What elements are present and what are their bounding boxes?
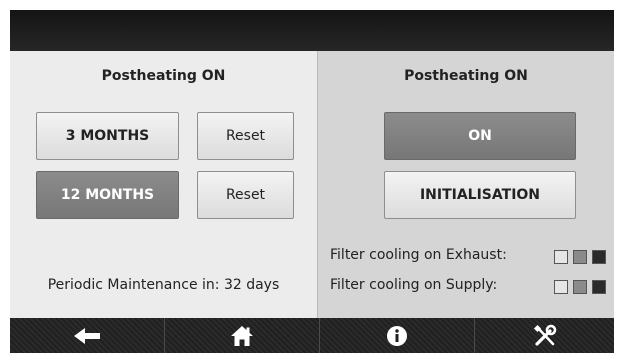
three-months-button[interactable]: 3 MONTHS [36,112,179,160]
initialisation-button[interactable]: INITIALISATION [384,171,576,219]
nav-back-button[interactable] [10,318,164,353]
filter-supply-swatch-dark [592,280,606,294]
twelve-months-button[interactable]: 12 MONTHS [36,171,179,219]
filter-supply-row: Filter cooling on Supply: [330,277,497,293]
reset-button-1[interactable]: Reset [197,112,294,160]
filter-supply-swatch-light [554,280,568,294]
info-icon [387,325,407,346]
filter-exhaust-swatch-mid [573,250,587,264]
maintenance-countdown: Periodic Maintenance in: 32 days [47,277,280,293]
maintenance-panel: Postheating ON 3 MONTHS Reset 12 MONTHS … [10,51,317,318]
nav-home-button[interactable] [165,318,319,353]
filter-exhaust-swatch-dark [592,250,606,264]
tools-icon [533,324,556,346]
filter-supply-label: Filter cooling on Supply: [330,277,498,293]
nav-info-button[interactable] [320,318,474,353]
panel-title: Postheating ON [101,68,226,84]
filter-supply-swatch-mid [573,280,587,294]
home-icon [231,325,253,346]
bottom-nav [10,318,614,353]
filter-exhaust-row: Filter cooling on Exhaust: [330,247,507,263]
filter-exhaust-swatch-light [554,250,568,264]
on-button[interactable]: ON [384,112,576,160]
nav-settings-button[interactable] [475,318,614,353]
filter-exhaust-label: Filter cooling on Exhaust: [330,247,507,263]
arrow-left-icon [74,327,100,344]
postheating-panel: Postheating ON ON INITIALISATION Filter … [317,51,614,318]
panel-title: Postheating ON [404,68,528,84]
screen: Postheating ON 3 MONTHS Reset 12 MONTHS … [10,10,614,353]
reset-button-2[interactable]: Reset [197,171,294,219]
top-bar [10,10,614,51]
